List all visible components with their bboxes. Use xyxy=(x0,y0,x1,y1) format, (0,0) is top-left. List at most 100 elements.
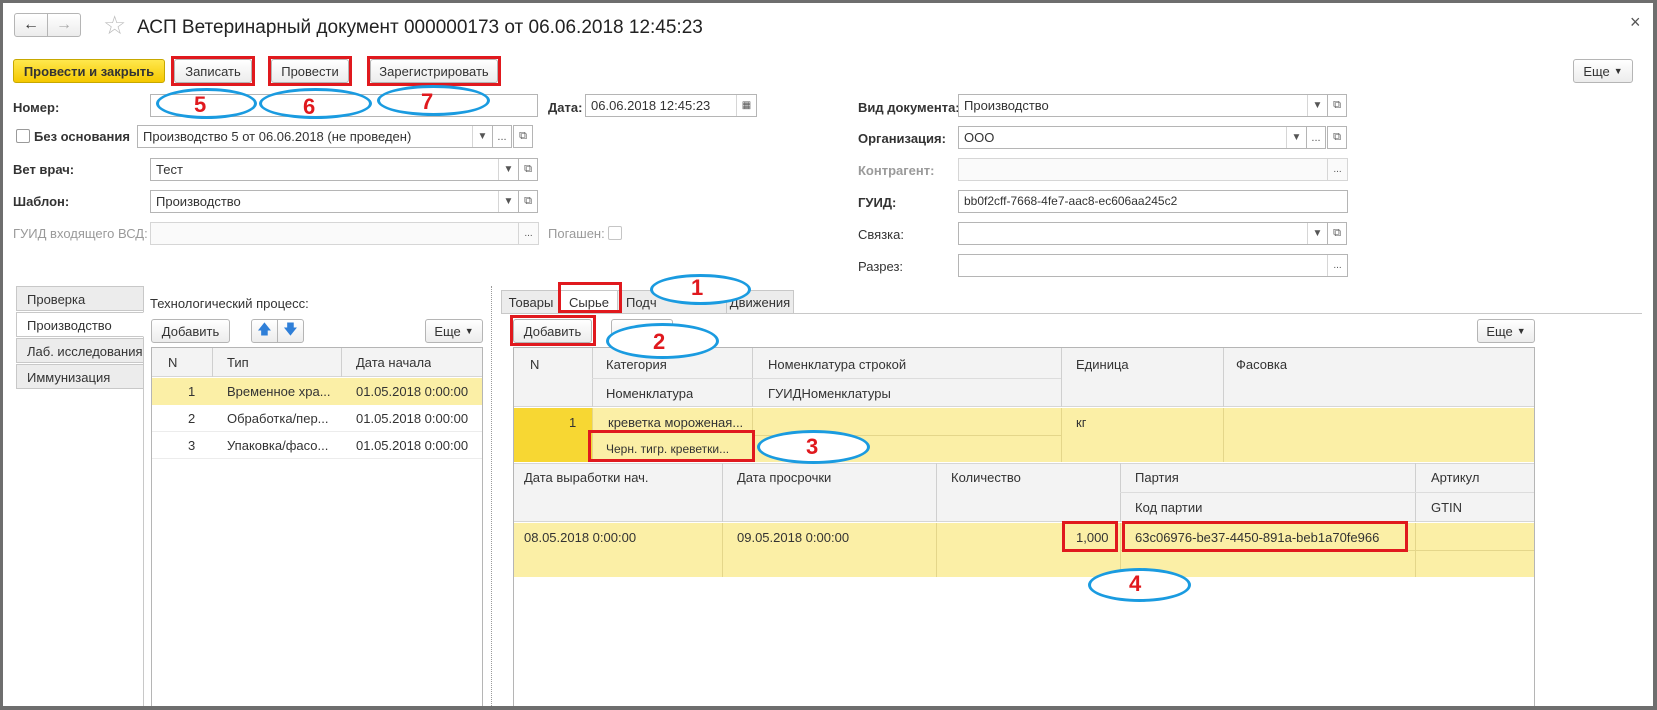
raw-table: N Категория Номенклатура Номенклатура ст… xyxy=(513,347,1535,706)
chevron-down-icon[interactable]: ▼ xyxy=(472,126,492,147)
close-icon[interactable]: × xyxy=(1630,12,1641,33)
back-button[interactable]: ← xyxy=(14,13,48,37)
column-header[interactable]: ГУИДНоменклатуры xyxy=(768,386,891,401)
column-header[interactable]: Единица xyxy=(1076,357,1129,372)
section-field[interactable]: ... xyxy=(958,254,1348,277)
doc-type-label: Вид документа: xyxy=(858,100,960,115)
column-header[interactable]: Партия xyxy=(1135,470,1179,485)
select-ellipsis-button[interactable]: ... xyxy=(492,125,512,148)
column-header[interactable]: Тип xyxy=(227,355,249,370)
tab-lab[interactable]: Лаб. исследования xyxy=(16,338,144,363)
process-table-header xyxy=(152,348,482,377)
column-header[interactable]: Дата просрочки xyxy=(737,470,831,485)
guid-field[interactable]: bb0f2cff-7668-4fe7-aac8-ec606aa245c2 xyxy=(958,190,1348,213)
number-field[interactable] xyxy=(150,94,538,117)
select-ellipsis-button[interactable]: ... xyxy=(1306,126,1326,149)
doc-type-field[interactable]: Производство ▼ xyxy=(958,94,1328,117)
open-link-icon[interactable]: ⧉ xyxy=(1327,94,1347,117)
org-field[interactable]: ООО ▼ xyxy=(958,126,1307,149)
column-header[interactable]: Номенклатура строкой xyxy=(768,357,906,372)
ellipsis-icon: ... xyxy=(518,223,538,244)
tab-immunization[interactable]: Иммунизация xyxy=(16,364,144,389)
panel-splitter[interactable] xyxy=(491,286,492,706)
no-basis-label: Без основания xyxy=(34,129,130,144)
save-button[interactable]: Записать xyxy=(174,59,252,83)
post-and-close-button[interactable]: Провести и закрыть xyxy=(13,59,165,83)
process-table: N Тип Дата начала 1 Временное хра... 01.… xyxy=(151,347,483,706)
chevron-down-icon: ▼ xyxy=(1613,66,1623,76)
tab-goods[interactable]: Товары xyxy=(501,290,561,314)
chevron-down-icon[interactable]: ▼ xyxy=(498,159,518,180)
table-row[interactable]: 3 Упаковка/фасо... 01.05.2018 0:00:00 xyxy=(152,432,482,459)
table-row[interactable]: 1 креветка мороженая... Черн. тигр. крев… xyxy=(514,408,1534,462)
document-window: ← → ☆ АСП Ветеринарный документ 00000017… xyxy=(3,3,1653,706)
column-header[interactable]: GTIN xyxy=(1431,500,1462,515)
forward-button[interactable]: → xyxy=(47,13,81,37)
tab-movements[interactable]: Движения xyxy=(726,290,794,314)
chevron-down-icon[interactable]: ▼ xyxy=(1307,95,1327,116)
no-basis-checkbox[interactable] xyxy=(16,129,30,143)
open-link-icon[interactable]: ⧉ xyxy=(513,125,533,148)
date-label: Дата: xyxy=(548,100,583,115)
date-field[interactable]: 06.06.2018 12:45:23 ▦ xyxy=(585,94,757,117)
guid-label: ГУИД: xyxy=(858,195,897,210)
open-link-icon[interactable]: ⧉ xyxy=(518,158,538,181)
column-header[interactable]: N xyxy=(530,357,539,372)
number-label: Номер: xyxy=(13,100,60,115)
table-row[interactable]: 2 Обработка/пер... 01.05.2018 0:00:00 xyxy=(152,405,482,432)
incoming-guid-label: ГУИД входящего ВСД: xyxy=(13,226,148,241)
process-more-button[interactable]: Еще ▼ xyxy=(425,319,483,343)
vet-label: Вет врач: xyxy=(13,162,75,177)
open-link-icon[interactable]: ⧉ xyxy=(518,190,538,213)
window-title: АСП Ветеринарный документ 000000173 от 0… xyxy=(137,17,703,38)
template-field[interactable]: Производство ▼ xyxy=(150,190,519,213)
counterparty-label: Контрагент: xyxy=(858,163,935,178)
counterparty-field: ... xyxy=(958,158,1348,181)
chevron-down-icon[interactable]: ▼ xyxy=(498,191,518,212)
ellipsis-icon[interactable]: ... xyxy=(1327,255,1347,276)
vet-field[interactable]: Тест ▼ xyxy=(150,158,519,181)
register-button[interactable]: Зарегистрировать xyxy=(370,59,498,83)
tab-sub[interactable]: Подч xyxy=(617,290,727,314)
arrow-right-icon: → xyxy=(56,16,72,33)
move-down-icon[interactable]: 🡇 xyxy=(277,319,304,343)
process-add-button[interactable]: Добавить xyxy=(151,319,230,343)
column-header[interactable]: Дата выработки нач. xyxy=(524,470,649,485)
org-label: Организация: xyxy=(858,131,946,146)
chevron-down-icon[interactable]: ▼ xyxy=(1286,127,1306,148)
column-header[interactable]: Категория xyxy=(606,357,667,372)
raw-add-button[interactable]: Добавить xyxy=(513,319,592,343)
column-header[interactable]: N xyxy=(168,355,177,370)
row-number-cell xyxy=(514,408,592,462)
tab-check[interactable]: Проверка xyxy=(16,286,144,311)
table-row[interactable]: 1 Временное хра... 01.05.2018 0:00:00 xyxy=(152,378,482,405)
link-field[interactable]: ▼ xyxy=(958,222,1328,245)
column-header[interactable]: Количество xyxy=(951,470,1021,485)
ellipsis-icon: ... xyxy=(1327,159,1347,180)
column-header[interactable]: Код партии xyxy=(1135,500,1202,515)
incoming-guid-field: ... xyxy=(150,222,539,245)
tab-production[interactable]: Производство xyxy=(16,312,144,337)
chevron-down-icon: ▼ xyxy=(1516,326,1526,336)
table-row[interactable]: 08.05.2018 0:00:00 09.05.2018 0:00:00 1,… xyxy=(514,523,1534,577)
move-up-icon[interactable]: 🡅 xyxy=(251,319,278,343)
tab-raw[interactable]: Сырье xyxy=(560,290,618,314)
chevron-down-icon[interactable]: ▼ xyxy=(1307,223,1327,244)
calendar-icon[interactable]: ▦ xyxy=(736,95,756,116)
link-label: Связка: xyxy=(858,227,904,242)
open-link-icon[interactable]: ⧉ xyxy=(1327,222,1347,245)
more-button[interactable]: Еще ▼ xyxy=(1573,59,1633,83)
toolbar-button[interactable] xyxy=(611,319,673,343)
post-button[interactable]: Провести xyxy=(271,59,349,83)
repaid-checkbox[interactable] xyxy=(608,226,622,240)
column-header[interactable]: Номенклатура xyxy=(606,386,693,401)
star-icon[interactable]: ☆ xyxy=(103,11,126,39)
arrow-left-icon: ← xyxy=(23,16,39,33)
column-header[interactable]: Артикул xyxy=(1431,470,1479,485)
column-header[interactable]: Фасовка xyxy=(1236,357,1287,372)
column-header[interactable]: Дата начала xyxy=(356,355,431,370)
raw-more-button[interactable]: Еще ▼ xyxy=(1477,319,1535,343)
section-label: Разрез: xyxy=(858,259,904,274)
open-link-icon[interactable]: ⧉ xyxy=(1327,126,1347,149)
basis-field[interactable]: Производство 5 от 06.06.2018 (не проведе… xyxy=(137,125,493,148)
